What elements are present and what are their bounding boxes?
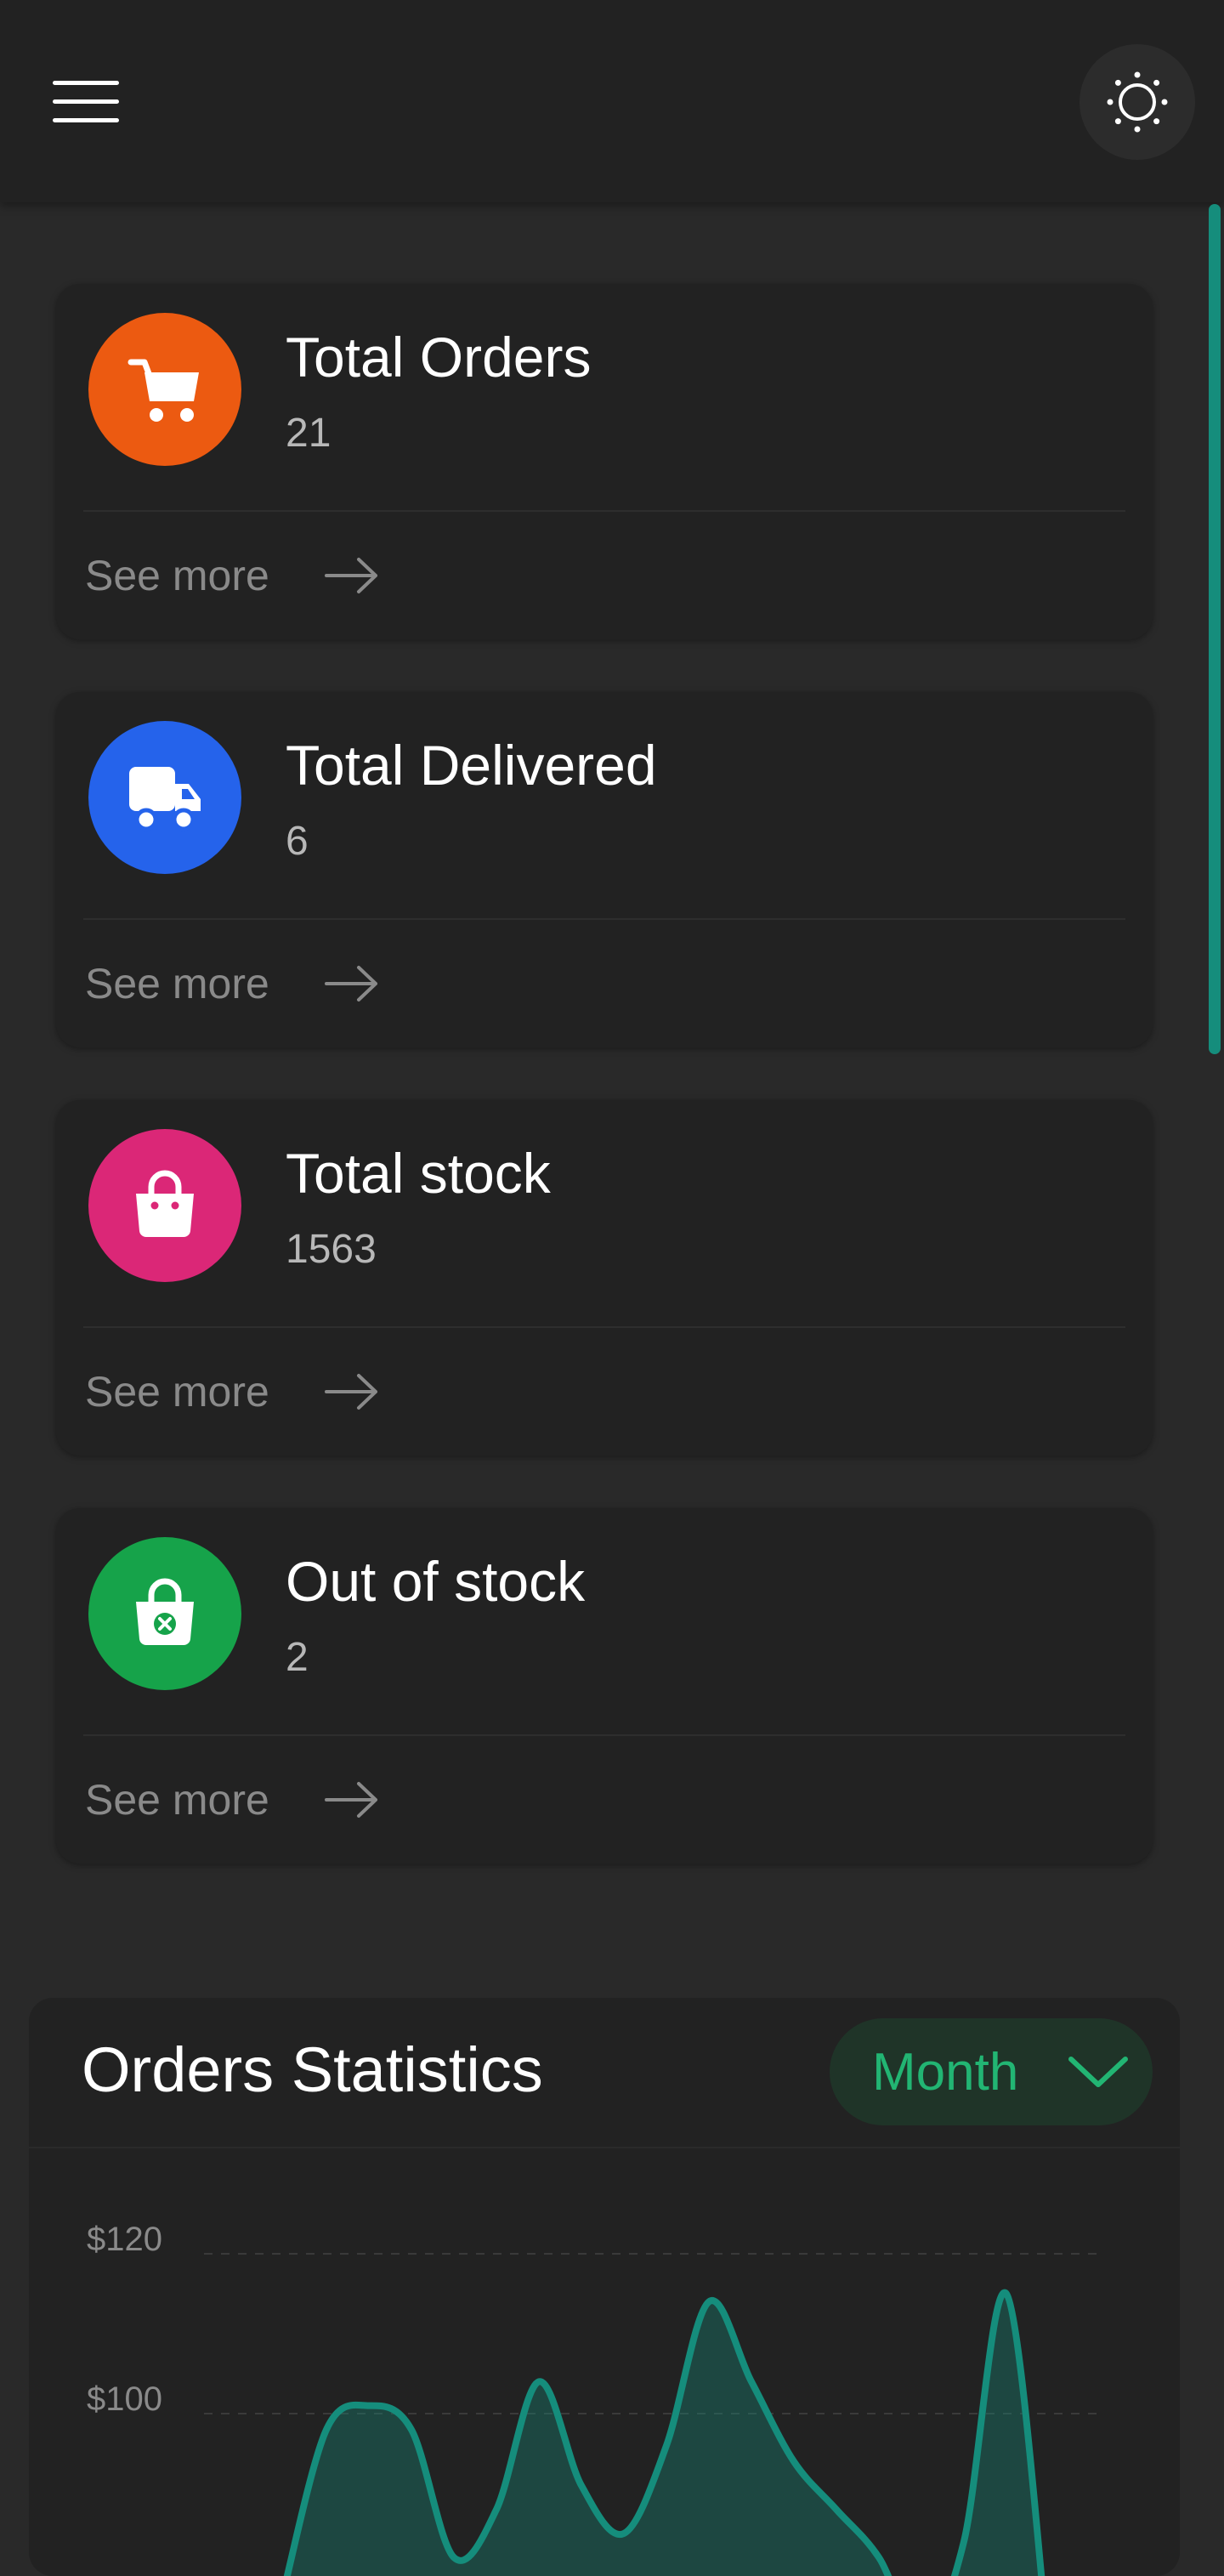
orders-area-chart <box>204 2253 1102 2576</box>
hamburger-icon[interactable] <box>49 77 126 128</box>
see-more-link[interactable]: See more <box>85 954 377 1013</box>
chart-area-fill <box>286 2292 1042 2576</box>
see-more-link[interactable]: See more <box>85 1362 377 1421</box>
divider <box>83 510 1125 512</box>
out-of-stock-card: Out of stock 2 See more <box>56 1508 1153 1864</box>
card-value: 6 <box>286 819 309 864</box>
see-more-label: See more <box>85 552 269 599</box>
sun-icon <box>1107 71 1168 133</box>
card-title: Out of stock <box>286 1550 586 1613</box>
shopping-bag-icon <box>88 1129 241 1282</box>
bag-x-icon <box>88 1537 241 1690</box>
arrow-right-icon <box>325 558 377 593</box>
divider <box>83 1734 1125 1736</box>
scrollbar[interactable] <box>1209 204 1221 1054</box>
arrow-right-icon <box>325 966 377 1001</box>
truck-icon <box>88 721 241 874</box>
divider <box>83 1326 1125 1328</box>
top-app-bar <box>0 0 1224 202</box>
orders-statistics-panel: Orders Statistics Month $120 $100 <box>29 1998 1180 2576</box>
see-more-label: See more <box>85 960 269 1007</box>
divider <box>83 918 1125 920</box>
total-stock-card: Total stock 1563 See more <box>56 1100 1153 1455</box>
card-title: Total Orders <box>286 326 592 389</box>
total-orders-card: Total Orders 21 See more <box>56 284 1153 639</box>
total-delivered-card: Total Delivered 6 See more <box>56 692 1153 1047</box>
arrow-right-icon <box>325 1374 377 1410</box>
cart-icon <box>88 313 241 466</box>
see-more-label: See more <box>85 1776 269 1824</box>
card-title: Total Delivered <box>286 734 657 797</box>
see-more-link[interactable]: See more <box>85 1770 377 1830</box>
theme-toggle-button[interactable] <box>1080 44 1195 160</box>
see-more-label: See more <box>85 1368 269 1416</box>
card-title: Total stock <box>286 1142 551 1205</box>
see-more-link[interactable]: See more <box>85 546 377 605</box>
arrow-right-icon <box>325 1782 377 1818</box>
card-value: 2 <box>286 1635 309 1680</box>
card-value: 21 <box>286 411 332 456</box>
card-value: 1563 <box>286 1227 377 1272</box>
